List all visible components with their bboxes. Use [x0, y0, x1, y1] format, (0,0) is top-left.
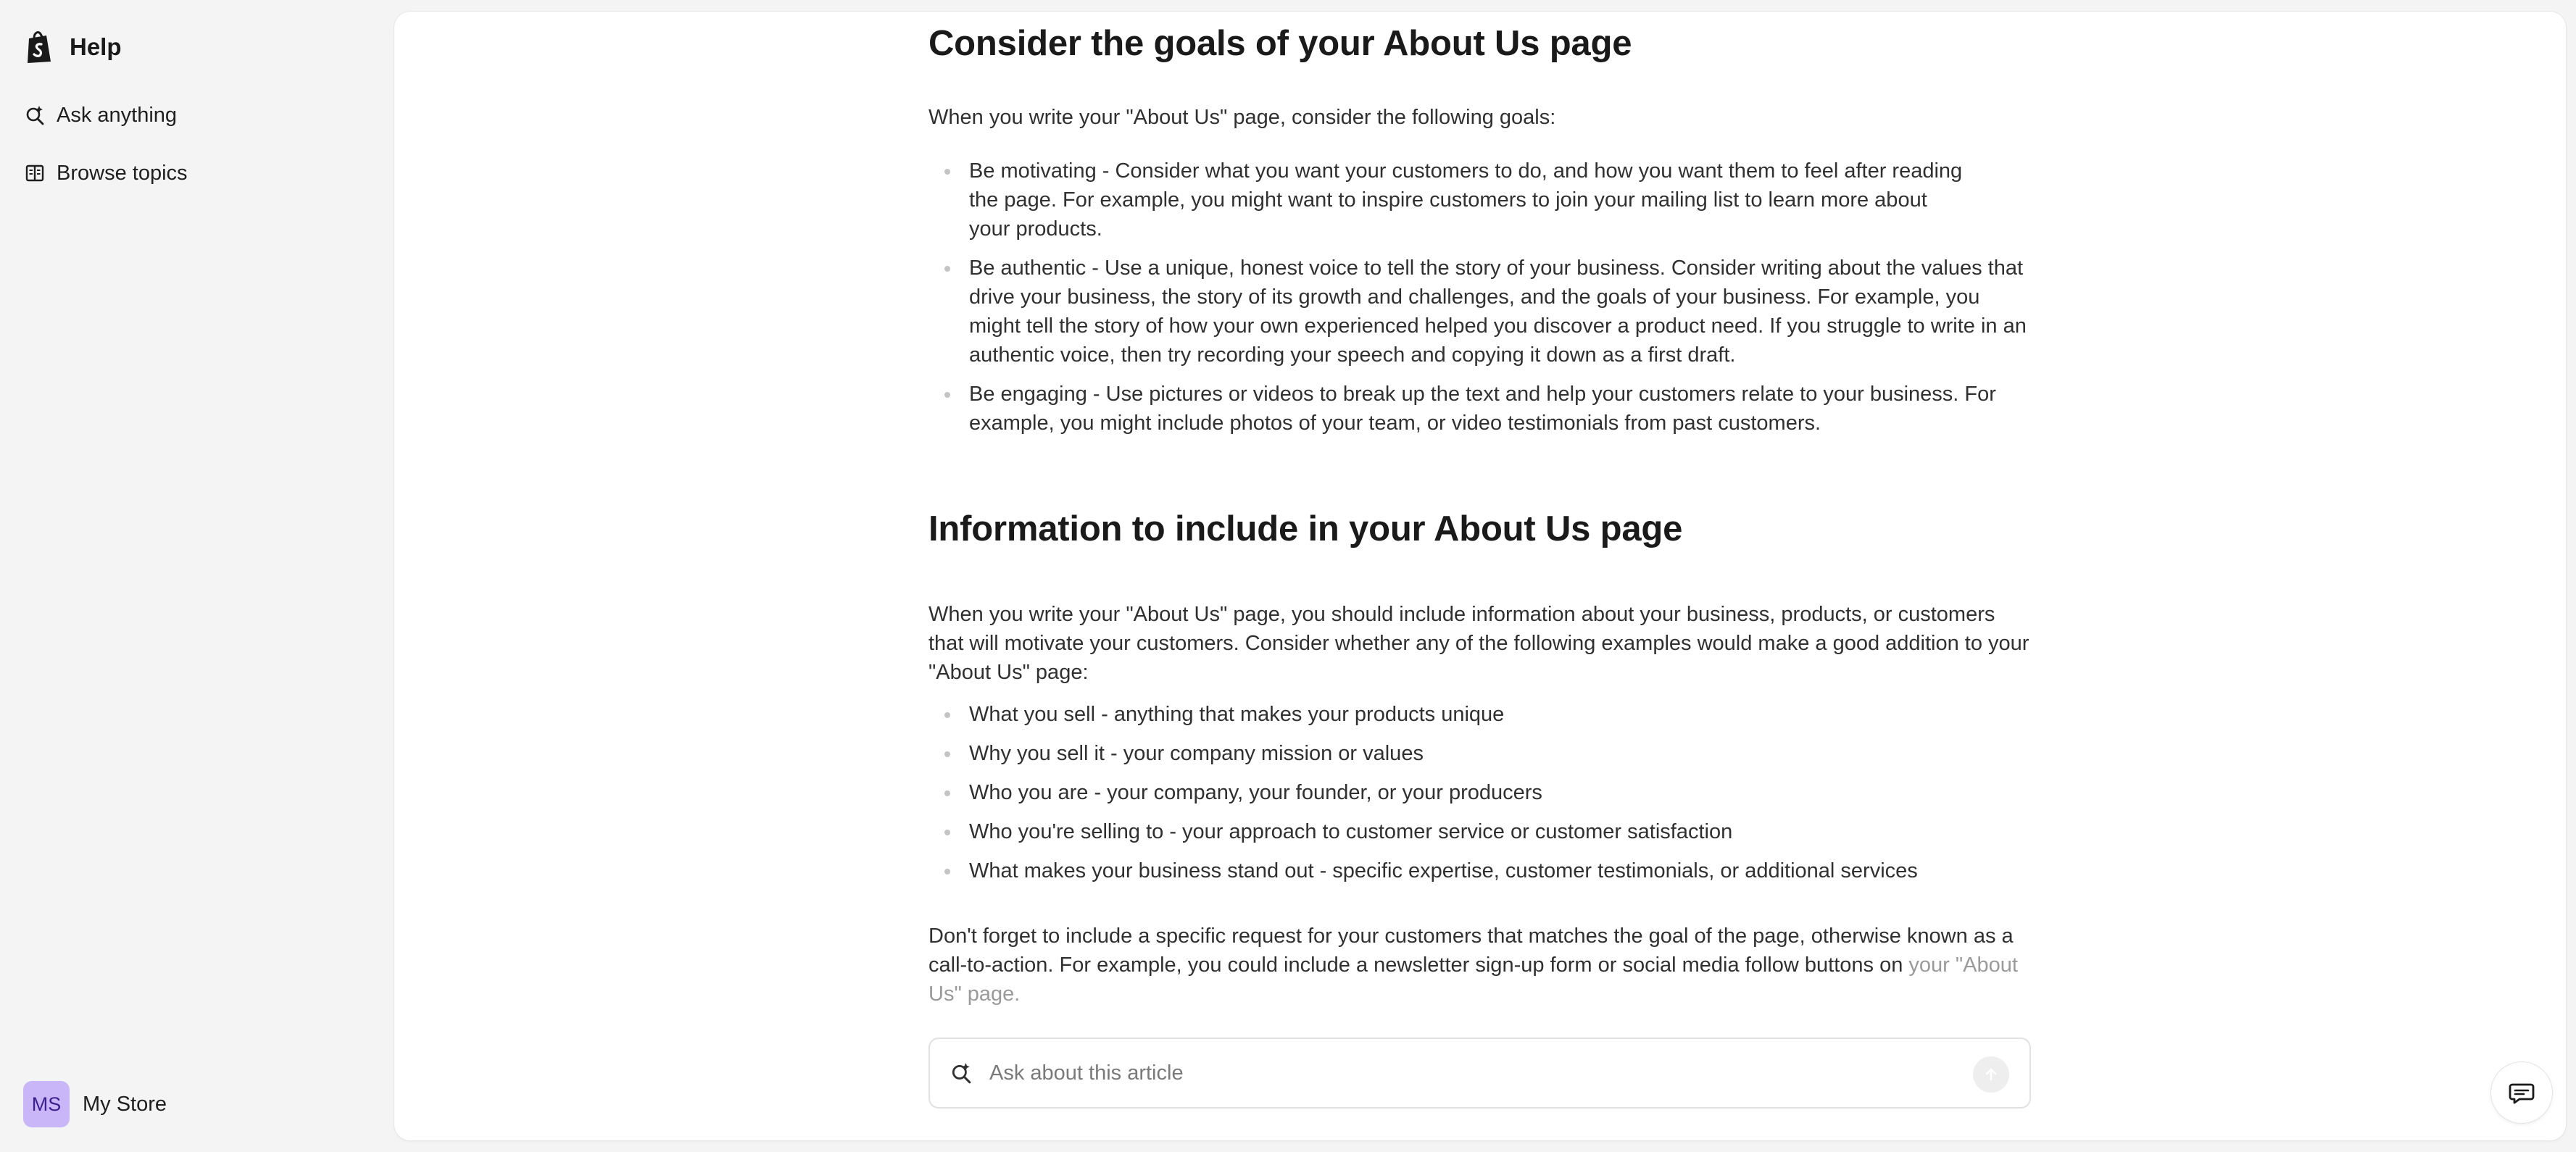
list-item-text: What makes your business stand out - spe… — [969, 859, 1918, 882]
bullet — [944, 790, 950, 796]
ask-article-box[interactable] — [928, 1038, 2031, 1109]
section-heading-information: Information to include in your About Us … — [928, 509, 1683, 548]
send-button[interactable] — [1973, 1056, 2009, 1093]
list-item-text: Who you are - your company, your founder… — [969, 781, 1542, 804]
call-to-action-paragraph: Don't forget to include a specific reque… — [928, 922, 2030, 1009]
shopify-bag-icon — [28, 31, 51, 63]
list-item-text: Who you're selling to - your approach to… — [969, 820, 1733, 843]
sidebar-item-ask-anything[interactable]: Ask anything — [25, 99, 177, 132]
chat-icon — [2509, 1083, 2535, 1104]
goals-list: Be motivating - Consider what you want y… — [928, 156, 2030, 438]
bullet — [944, 830, 950, 835]
list-item-text: Be engaging - Use pictures or videos to … — [969, 383, 1996, 435]
list-item-text: Be authentic - Use a unique, honest voic… — [969, 256, 2027, 367]
bullet — [944, 712, 950, 718]
store-switcher[interactable]: MS My Store — [23, 1081, 167, 1127]
store-name: My Store — [83, 1092, 167, 1116]
avatar: MS — [23, 1081, 70, 1127]
main-panel: Consider the goals of your About Us page… — [394, 12, 2566, 1140]
section-heading-goals: Consider the goals of your About Us page — [928, 24, 1632, 63]
list-item: What you sell - anything that makes your… — [928, 700, 2030, 729]
list-item: Who you are - your company, your founder… — [928, 778, 2030, 807]
ask-article-input[interactable] — [988, 1060, 1930, 1086]
book-icon — [25, 164, 44, 182]
bullet — [944, 266, 950, 272]
cta-text: Don't forget to include a specific reque… — [928, 924, 2014, 977]
brand-title: Help — [70, 33, 122, 60]
list-item-text: What you sell - anything that makes your… — [969, 703, 1505, 726]
list-item-text: Be motivating - Consider what you want y… — [969, 159, 1963, 241]
arrow-up-icon — [1985, 1068, 1997, 1081]
search-sparkle-icon — [26, 106, 44, 125]
list-item: Be authentic - Use a unique, honest voic… — [928, 254, 2030, 370]
bullet — [944, 392, 950, 398]
brand[interactable]: Help — [25, 29, 122, 65]
information-intro: When you write your "About Us" page, you… — [928, 603, 2029, 684]
sidebar: Help Ask anything Browse topics MS My St… — [0, 0, 394, 1152]
list-item: Be motivating - Consider what you want y… — [928, 156, 1972, 243]
list-item: Why you sell it - your company mission o… — [928, 739, 2030, 768]
bullet — [944, 751, 950, 757]
search-sparkle-icon — [952, 1063, 971, 1084]
chat-button[interactable] — [2491, 1062, 2552, 1123]
information-list: What you sell - anything that makes your… — [928, 700, 2030, 896]
bullet — [944, 869, 950, 875]
sidebar-item-label: Browse topics — [57, 161, 188, 185]
list-item: Who you're selling to - your approach to… — [928, 817, 2030, 846]
list-item: What makes your business stand out - spe… — [928, 856, 2030, 885]
sidebar-item-label: Ask anything — [57, 103, 178, 127]
bullet — [944, 169, 950, 175]
list-item: Be engaging - Use pictures or videos to … — [928, 380, 2030, 438]
list-item-text: Why you sell it - your company mission o… — [969, 742, 1424, 765]
goals-intro: When you write your "About Us" page, con… — [928, 106, 1556, 129]
sidebar-item-browse-topics[interactable]: Browse topics — [25, 156, 188, 190]
